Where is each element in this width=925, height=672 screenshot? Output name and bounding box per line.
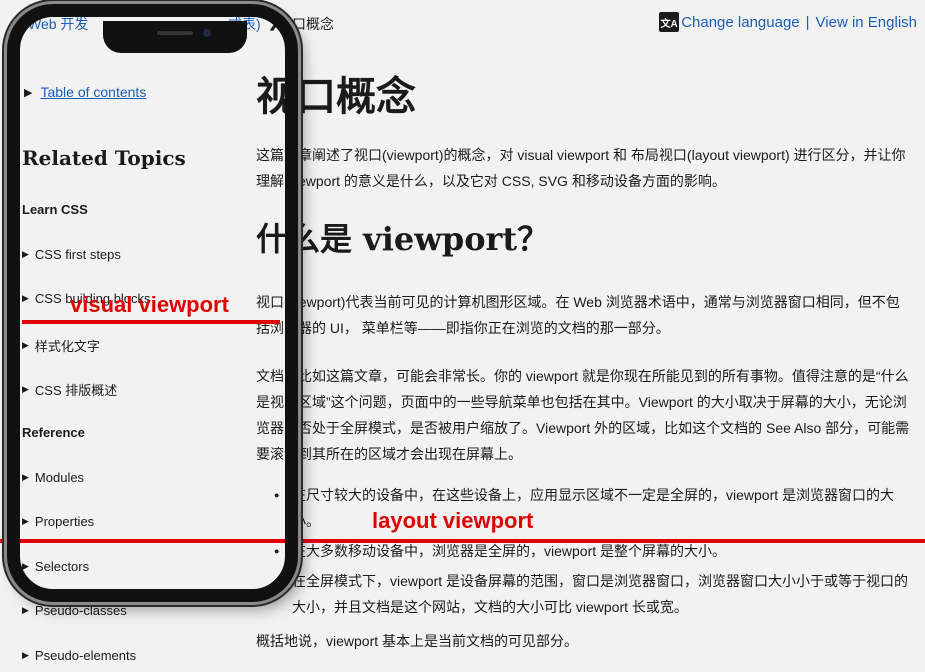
view-in-english-link[interactable]: View in English	[816, 14, 917, 31]
breadcrumb-current: 口概念	[292, 16, 334, 32]
triangle-right-icon: ▶	[22, 605, 29, 615]
triangle-right-icon: ▶	[22, 650, 29, 660]
paragraph-1: 视口(viewport)代表当前可见的计算机图形区域。在 Web 浏览器术语中，…	[256, 294, 900, 336]
visual-viewport-line	[22, 320, 280, 324]
speaker-icon	[157, 31, 193, 35]
list-item: 在全屏模式下，viewport 是设备屏幕的范围，窗口是浏览器窗口，浏览器窗口大…	[274, 568, 914, 620]
language-divider: |	[805, 13, 810, 31]
section-heading: 什么是 viewport？	[256, 214, 549, 260]
sidebar-item[interactable]: ▶ Pseudo-classes	[22, 603, 127, 618]
paragraph-2: 文档，比如这篇文章，可能会非常长。你的 viewport 就是你现在所能见到的所…	[256, 368, 910, 462]
change-language-link[interactable]: Change language	[681, 14, 799, 31]
translate-icon: 文A	[659, 12, 680, 32]
bullet-list: 在尺寸较大的设备中，在这些设备上，应用显示区域不一定是全屏的，viewport …	[274, 482, 914, 624]
sidebar-item[interactable]: ▶ Pseudo-elements	[22, 648, 136, 663]
list-item: 在尺寸较大的设备中，在这些设备上，应用显示区域不一定是全屏的，viewport …	[274, 482, 914, 534]
sidebar-item-label: Pseudo-elements	[34, 648, 137, 663]
summary-paragraph: 概括地说，viewport 基本上是当前文档的可见部分。	[256, 633, 579, 649]
intro-paragraph: 这篇文章阐述了视口(viewport)的概念，对 visual viewport…	[256, 147, 906, 189]
visual-viewport-label: visual viewport	[70, 292, 229, 317]
camera-icon	[203, 29, 211, 37]
sidebar-item-label: Pseudo-classes	[34, 603, 127, 618]
phone-notch	[103, 21, 247, 53]
section-heading-bold: viewport？	[363, 220, 550, 258]
layout-viewport-label: layout viewport	[372, 508, 534, 533]
language-switcher: 文A Change language | View in English	[659, 12, 917, 32]
